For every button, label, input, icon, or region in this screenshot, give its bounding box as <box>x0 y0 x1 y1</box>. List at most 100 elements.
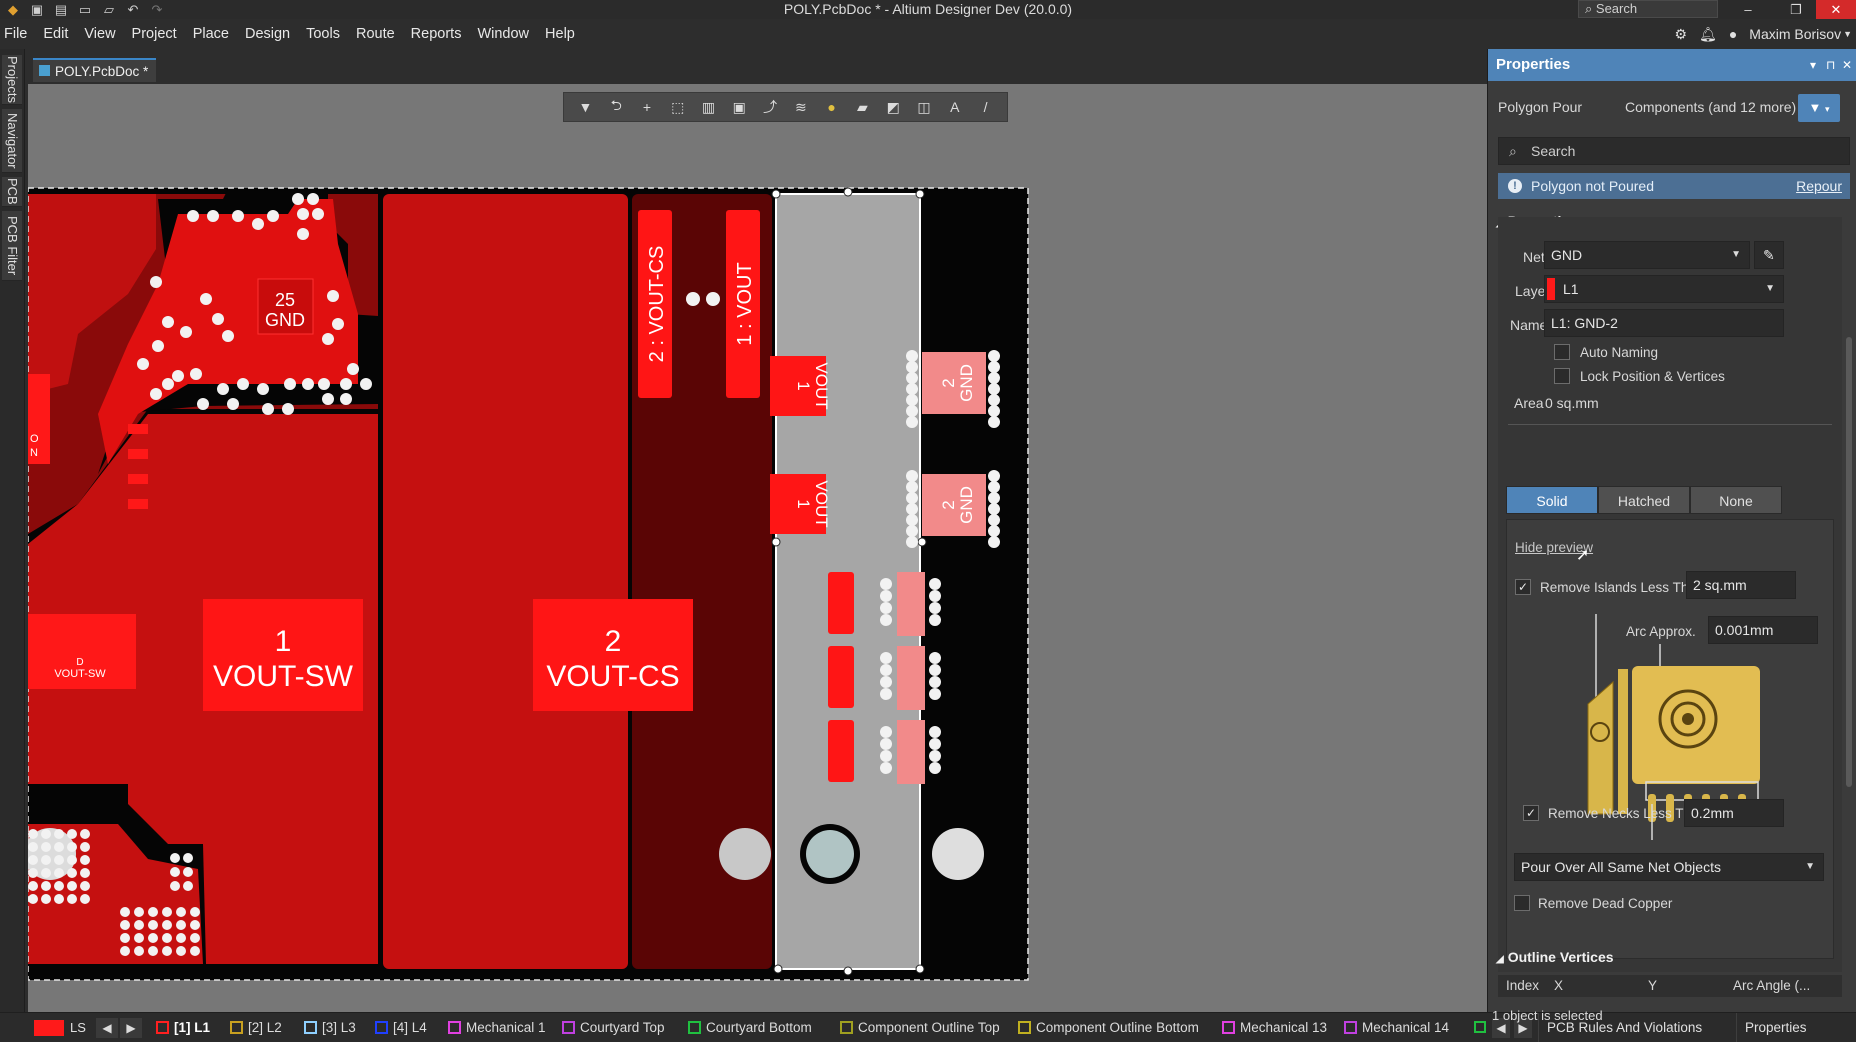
via[interactable] <box>190 368 202 380</box>
via[interactable] <box>176 933 186 943</box>
via[interactable] <box>929 590 941 602</box>
via[interactable] <box>80 881 90 891</box>
via[interactable] <box>929 664 941 676</box>
via[interactable] <box>162 316 174 328</box>
via[interactable] <box>176 920 186 930</box>
polygon-icon[interactable]: ▰ <box>852 99 872 116</box>
via[interactable] <box>190 946 200 956</box>
via[interactable] <box>988 383 1000 395</box>
via[interactable] <box>906 361 918 373</box>
via[interactable] <box>176 907 186 917</box>
bell-icon[interactable]: 🔔︎ <box>1699 26 1717 43</box>
via[interactable] <box>880 688 892 700</box>
via[interactable] <box>41 855 51 865</box>
via[interactable] <box>880 590 892 602</box>
via[interactable] <box>67 894 77 904</box>
via[interactable] <box>929 688 941 700</box>
via[interactable] <box>302 378 314 390</box>
via[interactable] <box>340 378 352 390</box>
filter-icon[interactable]: ▼ <box>575 99 595 115</box>
menu-view[interactable]: View <box>76 26 123 42</box>
via[interactable] <box>929 652 941 664</box>
menu-window[interactable]: Window <box>469 26 537 42</box>
via[interactable] <box>41 868 51 878</box>
layer-tab[interactable]: Mechanical 1 <box>446 1013 546 1042</box>
via[interactable] <box>120 907 130 917</box>
via[interactable] <box>162 907 172 917</box>
via[interactable] <box>988 492 1000 504</box>
via[interactable] <box>880 726 892 738</box>
layer-tab[interactable]: [3] L3 <box>302 1013 356 1042</box>
via[interactable] <box>237 378 249 390</box>
menu-route[interactable]: Route <box>348 26 403 42</box>
via[interactable] <box>54 829 64 839</box>
fill-mode-hatched[interactable]: Hatched <box>1598 486 1690 514</box>
close-button[interactable]: ✕ <box>1816 0 1856 19</box>
lock-position-checkbox[interactable] <box>1554 368 1570 384</box>
net-edit-button[interactable]: ✎ <box>1754 241 1784 269</box>
layer-tab[interactable]: Component Outline Top <box>838 1013 1000 1042</box>
via[interactable] <box>28 894 38 904</box>
via[interactable] <box>28 829 38 839</box>
menu-edit[interactable]: Edit <box>35 26 76 42</box>
via[interactable] <box>880 676 892 688</box>
auto-naming-checkbox[interactable] <box>1554 344 1570 360</box>
via[interactable] <box>988 416 1000 428</box>
via[interactable] <box>183 881 193 891</box>
col-y[interactable]: Y <box>1648 975 1657 997</box>
document-tab-poly[interactable]: POLY.PcbDoc * <box>33 58 157 82</box>
layer-scroll-left-icon[interactable]: ◀ <box>96 1018 118 1038</box>
panel-tab-properties[interactable]: Properties <box>1736 1013 1815 1042</box>
islands-value-field[interactable]: 2 sq.mm <box>1686 571 1796 599</box>
via[interactable] <box>929 726 941 738</box>
via[interactable] <box>906 372 918 384</box>
via[interactable] <box>41 829 51 839</box>
via[interactable] <box>190 933 200 943</box>
layer-scroll-right-icon[interactable]: ▶ <box>120 1018 142 1038</box>
via[interactable] <box>41 894 51 904</box>
layer-tab[interactable]: Mechanical 14 <box>1342 1013 1449 1042</box>
line-icon[interactable]: / <box>976 99 996 115</box>
via[interactable] <box>134 907 144 917</box>
pin-icon[interactable]: ⊓ <box>1826 49 1835 81</box>
via[interactable] <box>190 920 200 930</box>
pour-over-dropdown[interactable]: Pour Over All Same Net Objects ▼ <box>1514 853 1824 881</box>
via[interactable] <box>54 842 64 852</box>
via[interactable] <box>988 361 1000 373</box>
via[interactable] <box>360 378 372 390</box>
via[interactable] <box>67 868 77 878</box>
fill-mode-solid[interactable]: Solid <box>1506 486 1598 514</box>
via[interactable] <box>28 881 38 891</box>
tab-navigator[interactable]: Navigator <box>2 109 22 173</box>
via[interactable] <box>162 946 172 956</box>
via[interactable] <box>988 514 1000 526</box>
via[interactable] <box>988 372 1000 384</box>
select-rect-icon[interactable]: ⬚ <box>668 99 688 116</box>
via[interactable] <box>54 881 64 891</box>
via[interactable] <box>148 907 158 917</box>
necks-value-field[interactable]: 0.2mm <box>1684 799 1784 827</box>
via[interactable] <box>988 481 1000 493</box>
via[interactable] <box>267 210 279 222</box>
via[interactable] <box>162 378 174 390</box>
pcb-canvas[interactable]: 25 GND 1 VOUT-SW 2 VOUT-CS 2 : VOUT-CS 1… <box>28 84 1487 1012</box>
layer-tab[interactable]: Component Outline Bottom <box>1016 1013 1199 1042</box>
app-logo-icon[interactable]: ◆ <box>6 2 20 18</box>
via[interactable] <box>152 340 164 352</box>
via[interactable] <box>880 762 892 774</box>
col-arc-angle[interactable]: Arc Angle (... <box>1733 975 1810 997</box>
via[interactable] <box>207 210 219 222</box>
via[interactable] <box>988 503 1000 515</box>
via[interactable] <box>120 933 130 943</box>
via[interactable] <box>170 867 180 877</box>
fill-mode-none[interactable]: None <box>1690 486 1782 514</box>
panel-menu-icon[interactable]: ▾ <box>1810 49 1816 81</box>
via[interactable] <box>284 378 296 390</box>
via[interactable] <box>217 383 229 395</box>
via[interactable] <box>880 578 892 590</box>
via[interactable] <box>929 738 941 750</box>
via[interactable] <box>134 920 144 930</box>
tab-pcb[interactable]: PCB <box>2 177 22 207</box>
layer-tab[interactable]: [2] L2 <box>228 1013 282 1042</box>
via[interactable] <box>67 842 77 852</box>
